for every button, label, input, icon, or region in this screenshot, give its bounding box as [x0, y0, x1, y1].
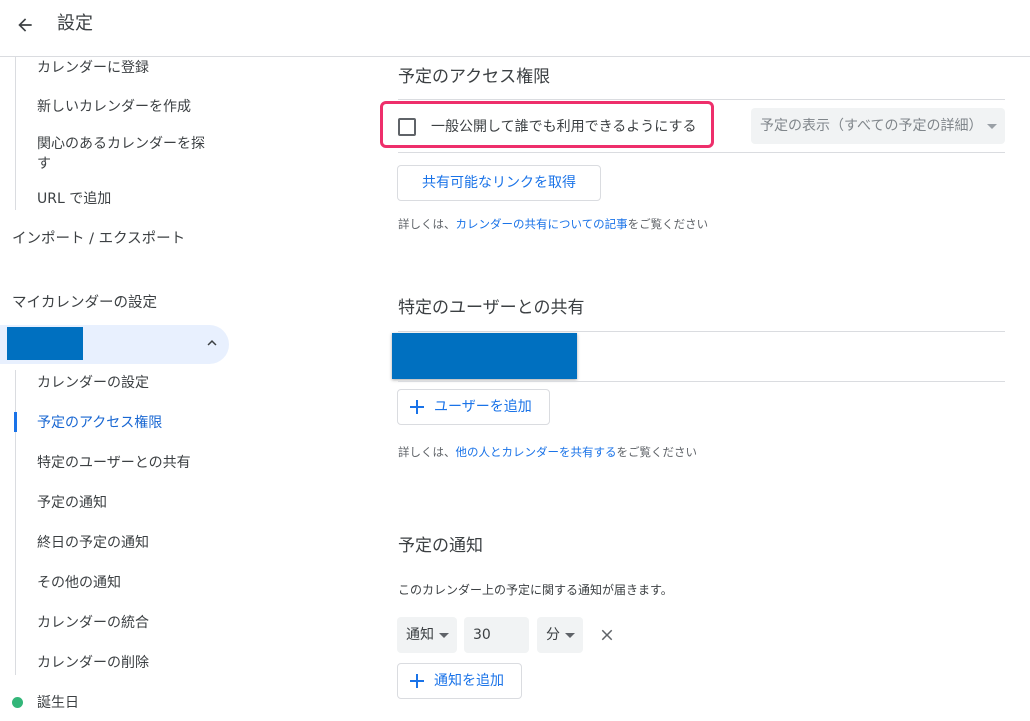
sidebar-item-subscribe[interactable]: カレンダーに登録 [37, 58, 149, 78]
divider [398, 99, 1005, 100]
add-user-label: ユーザーを追加 [434, 399, 532, 415]
visibility-select: 予定の表示（すべての予定の詳細） [751, 108, 1005, 144]
notification-unit-select[interactable]: 分 [537, 617, 583, 653]
shared-user-redacted [392, 333, 577, 379]
sidebar-item-other-notifications[interactable]: その他の通知 [37, 573, 121, 593]
sidebar-item-calendar-settings[interactable]: カレンダーの設定 [37, 373, 149, 393]
add-notification-button[interactable]: 通知を追加 [397, 663, 522, 699]
sidebar-item-access-permissions[interactable]: 予定のアクセス権限 [37, 413, 162, 433]
get-shareable-link-button[interactable]: 共有可能なリンクを取得 [397, 165, 601, 201]
help-prefix: 詳しくは、 [398, 217, 456, 231]
add-notification-label: 通知を追加 [434, 673, 504, 689]
access-help-text: 詳しくは、カレンダーの共有についての記事をご覧ください [398, 216, 708, 232]
sidebar-item-create-calendar[interactable]: 新しいカレンダーを作成 [37, 97, 191, 117]
arrow-back-icon [18, 18, 32, 32]
sidebar-item-import-export[interactable]: インポート / エクスポート [12, 229, 185, 249]
sidebar-item-integrate-calendar[interactable]: カレンダーの統合 [37, 613, 149, 633]
nav-tree-line [15, 57, 16, 210]
notification-amount-input[interactable]: 30 [464, 617, 529, 653]
plus-icon [410, 674, 424, 688]
share-calendar-link[interactable]: 他の人とカレンダーを共有する [456, 445, 617, 459]
get-shareable-link-label: 共有可能なリンクを取得 [422, 175, 576, 191]
active-indicator [14, 412, 17, 432]
help-suffix: をご覧ください [616, 445, 698, 459]
caret-down-icon [565, 633, 575, 638]
sidebar-item-birthdays[interactable]: 誕生日 [37, 693, 79, 713]
make-public-label[interactable]: 一般公開して誰でも利用できるようにする [431, 117, 696, 137]
event-notifications-title: 予定の通知 [398, 536, 483, 556]
sharing-article-link[interactable]: カレンダーの共有についての記事 [456, 217, 628, 231]
sidebar-item-remove-calendar[interactable]: カレンダーの削除 [37, 653, 149, 673]
help-suffix: をご覧ください [627, 217, 709, 231]
divider [398, 381, 1005, 382]
sidebar-calendar-expanded[interactable] [0, 325, 229, 364]
make-public-checkbox[interactable] [398, 118, 416, 136]
notifications-description: このカレンダー上の予定に関する通知が届きます。 [398, 583, 673, 597]
sidebar-item-event-notifications[interactable]: 予定の通知 [37, 493, 107, 513]
notification-amount-value: 30 [473, 627, 491, 643]
settings-sidebar: カレンダーに登録 新しいカレンダーを作成 関心のあるカレンダーを探す URL で… [0, 57, 240, 721]
sharing-help-text: 詳しくは、他の人とカレンダーを共有するをご覧ください [398, 444, 697, 460]
notification-type-select[interactable]: 通知 [397, 617, 457, 653]
caret-down-icon [439, 633, 449, 638]
notification-type-value: 通知 [406, 627, 434, 643]
sidebar-item-browse-calendars[interactable]: 関心のあるカレンダーを探す [37, 134, 217, 174]
page-title: 設定 [57, 13, 93, 34]
divider [398, 331, 1005, 332]
sidebar-item-share-with-people[interactable]: 特定のユーザーとの共有 [37, 453, 191, 473]
back-button[interactable] [8, 8, 42, 42]
caret-down-icon [987, 124, 997, 129]
settings-main: 予定のアクセス権限 一般公開して誰でも利用できるようにする 予定の表示（すべての… [380, 57, 1020, 721]
divider [398, 152, 1005, 153]
sidebar-item-add-by-url[interactable]: URL で追加 [37, 189, 111, 209]
access-permissions-title: 予定のアクセス権限 [398, 67, 551, 87]
calendar-name-redacted [7, 327, 83, 360]
my-calendars-heading: マイカレンダーの設定 [12, 295, 157, 311]
visibility-select-value: 予定の表示（すべての予定の詳細） [760, 118, 983, 134]
chevron-up-icon[interactable] [203, 334, 221, 352]
notification-unit-value: 分 [546, 627, 560, 643]
top-app-bar: 設定 [0, 0, 1030, 57]
plus-icon [410, 400, 424, 414]
add-user-button[interactable]: ユーザーを追加 [397, 389, 550, 425]
sidebar-item-all-day-notifications[interactable]: 終日の予定の通知 [37, 533, 149, 553]
calendar-color-dot [12, 697, 23, 708]
share-with-people-title: 特定のユーザーとの共有 [398, 298, 585, 318]
help-prefix: 詳しくは、 [398, 445, 456, 459]
close-icon[interactable] [598, 626, 616, 644]
